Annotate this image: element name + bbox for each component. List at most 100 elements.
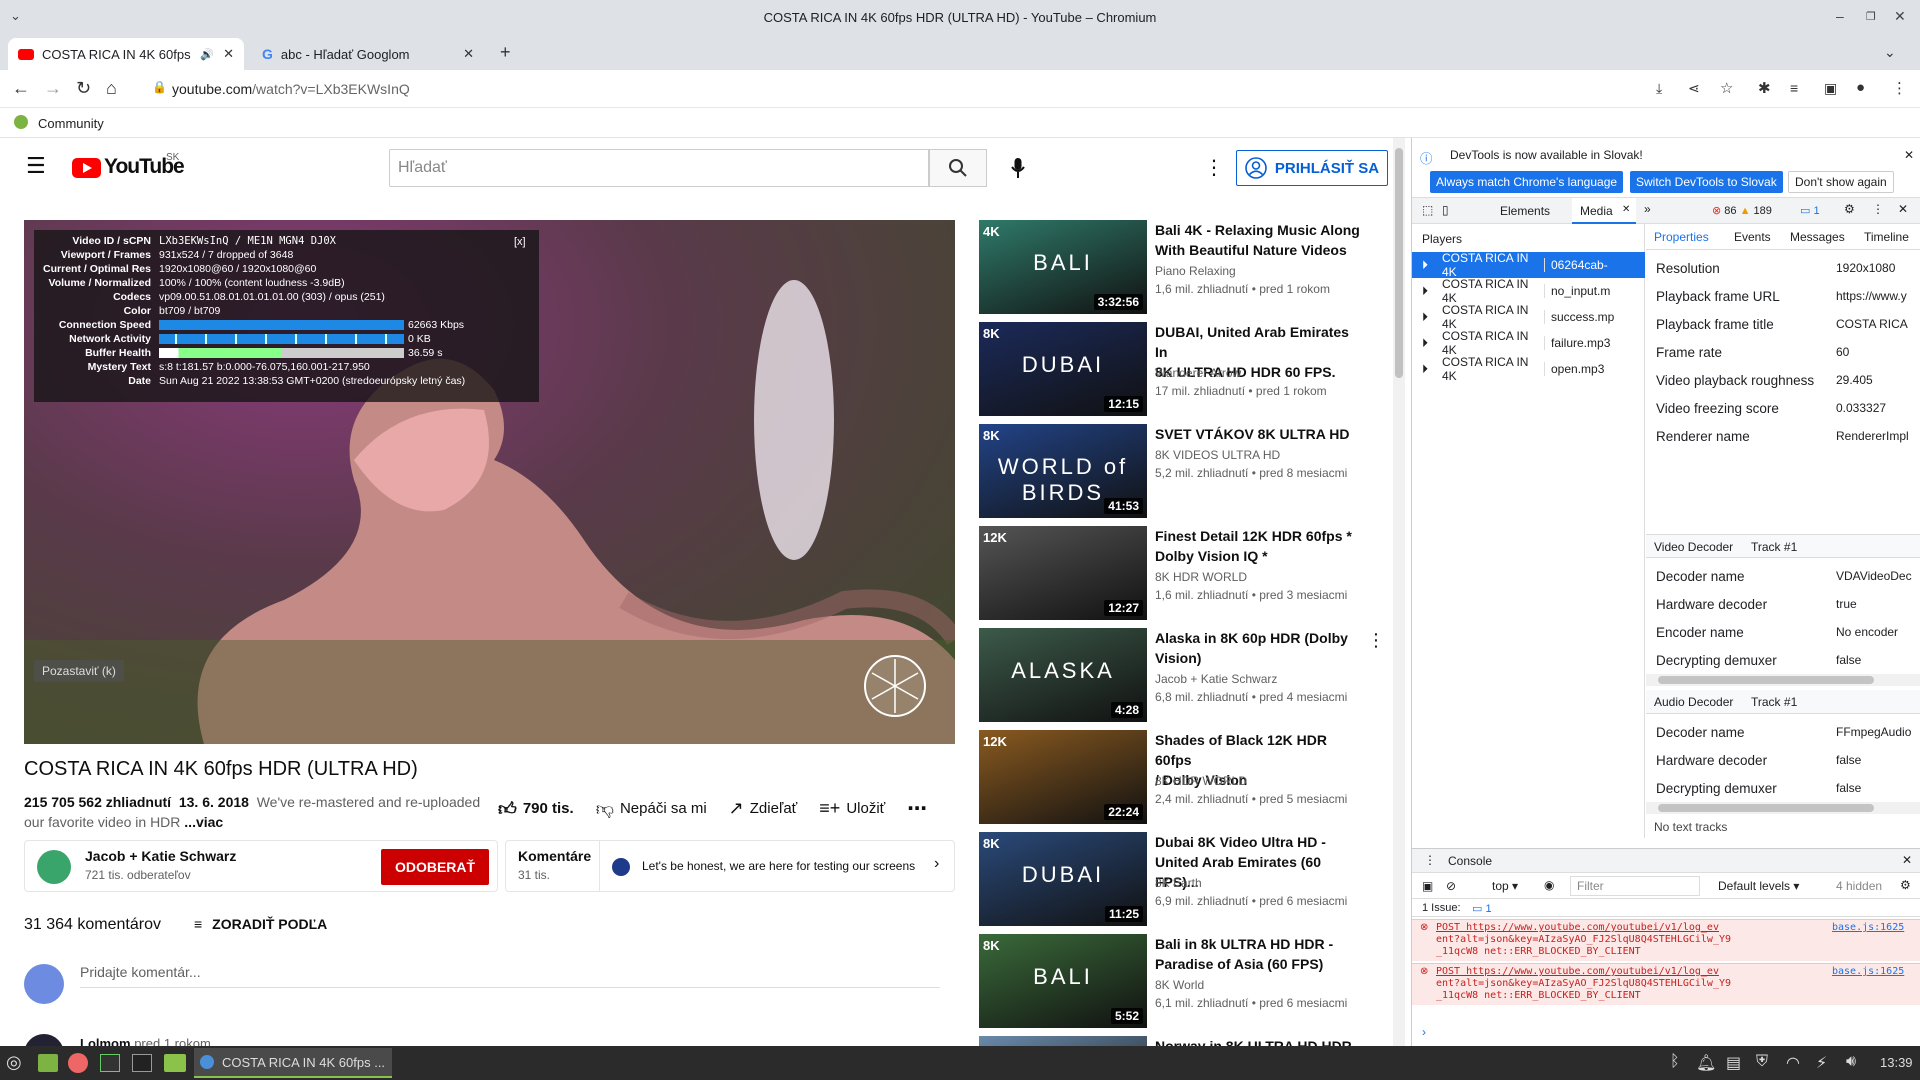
video-thumbnail[interactable]: 12K 12:27 bbox=[979, 526, 1147, 620]
device-toggle-icon[interactable]: ▯ bbox=[1442, 203, 1449, 217]
horizontal-scrollbar[interactable] bbox=[1646, 674, 1920, 686]
subtab-events[interactable]: Events bbox=[1734, 230, 1771, 244]
bookmark-star-icon[interactable]: ☆ bbox=[1720, 79, 1733, 97]
video-thumbnail[interactable]: BALI 8K 5:52 bbox=[979, 934, 1147, 1028]
player-entry[interactable]: ⏵ COSTA RICA IN 4K failure.mp3 bbox=[1412, 329, 1645, 357]
error-counter[interactable]: ⊗ 86 ▲ 189 bbox=[1712, 204, 1772, 217]
recommendation-item[interactable]: ALASKA 4:28 Alaska in 8K 60p HDR (Dolby Vis… bbox=[979, 628, 1399, 724]
console-title[interactable]: Console bbox=[1448, 854, 1492, 868]
subtab-properties[interactable]: Properties bbox=[1654, 230, 1709, 244]
scrollbar-thumb[interactable] bbox=[1395, 148, 1403, 378]
profile-icon[interactable]: ● bbox=[1856, 79, 1865, 96]
stats-close-button[interactable]: [x] bbox=[514, 236, 526, 248]
volume-icon[interactable]: 🔊︎ bbox=[1846, 1053, 1856, 1071]
close-tab-icon[interactable]: ✕ bbox=[223, 46, 234, 62]
power-icon[interactable]: ⚡︎ bbox=[1816, 1053, 1827, 1073]
clear-console-icon[interactable]: ⊘ bbox=[1446, 879, 1456, 893]
close-devtools-icon[interactable]: ✕ bbox=[1898, 202, 1908, 216]
clipboard-icon[interactable]: ▤ bbox=[1726, 1053, 1741, 1073]
error-source-link[interactable]: base.js:1625 bbox=[1832, 922, 1904, 934]
subscribe-button[interactable]: ODOBERAŤ bbox=[381, 849, 489, 885]
tab-google[interactable]: G abc - Hľadať Googlom ✕ bbox=[252, 38, 484, 70]
recommendation-menu-icon[interactable]: ⋮ bbox=[1367, 630, 1385, 651]
wifi-icon[interactable]: ◠ bbox=[1786, 1053, 1800, 1073]
recommendation-item[interactable]: BALI 4K 3:32:56 Bali 4K - Relaxing Music Al… bbox=[979, 220, 1399, 316]
recommendation-item[interactable]: 12K 22:24 Shades of Black 12K HDR 60fps / D… bbox=[979, 730, 1399, 826]
recommendation-title[interactable]: Alaska in 8K 60p HDR (Dolby Vision) bbox=[1155, 628, 1365, 668]
youtube-logo-icon[interactable] bbox=[72, 158, 101, 178]
recommendation-item[interactable]: Norway in 8K ULTRA HD HDR - bbox=[979, 1036, 1399, 1046]
system-monitor-icon[interactable] bbox=[100, 1054, 120, 1072]
share-icon[interactable]: ⋖ bbox=[1688, 80, 1700, 97]
issues-bar[interactable]: 1 Issue: ▭ 1 bbox=[1412, 899, 1920, 917]
comment-author[interactable]: Lolmom pred 1 rokom bbox=[80, 1036, 211, 1046]
tab-audio-track[interactable]: Track #1 bbox=[1751, 695, 1797, 709]
sort-button[interactable]: ≡ ZORADIŤ PODĽA bbox=[194, 916, 327, 932]
side-panel-icon[interactable]: ▣ bbox=[1824, 80, 1837, 97]
more-tabs-icon[interactable]: » bbox=[1644, 202, 1651, 216]
switch-language-button[interactable]: Switch DevTools to Slovak bbox=[1630, 171, 1783, 193]
files-icon[interactable] bbox=[164, 1054, 186, 1072]
channel-avatar[interactable] bbox=[37, 850, 71, 884]
search-button[interactable] bbox=[929, 149, 987, 187]
issues-counter[interactable]: ▭ 1 bbox=[1800, 204, 1820, 217]
recommendation-title[interactable]: Bali 4K - Relaxing Music Along With Beaut… bbox=[1155, 220, 1365, 260]
recommendation-channel[interactable]: 8K HDR WORLD bbox=[1155, 774, 1247, 788]
horizontal-scrollbar[interactable] bbox=[1646, 802, 1920, 814]
recommendation-item[interactable]: 12K 12:27 Finest Detail 12K HDR 60fps * Dol… bbox=[979, 526, 1399, 622]
reload-icon[interactable]: ↻ bbox=[76, 78, 91, 99]
speaker-icon[interactable]: 🔊 bbox=[200, 48, 214, 61]
signin-button[interactable]: PRIHLÁSIŤ SA bbox=[1236, 150, 1388, 186]
recommendation-title[interactable]: Norway in 8K ULTRA HD HDR - bbox=[1155, 1036, 1365, 1046]
match-language-button[interactable]: Always match Chrome's language bbox=[1430, 171, 1624, 193]
player-entry[interactable]: ⏵ COSTA RICA IN 4K success.mp bbox=[1412, 303, 1645, 331]
bluetooth-icon[interactable]: ᛒ bbox=[1670, 1053, 1680, 1071]
devtools-menu-icon[interactable]: ⋮ bbox=[1872, 202, 1884, 216]
error-source-link[interactable]: base.js:1625 bbox=[1832, 966, 1904, 978]
hamburger-menu-icon[interactable]: ☰ bbox=[26, 155, 46, 177]
page-scrollbar[interactable] bbox=[1393, 138, 1405, 1046]
notifications-icon[interactable]: 🔔︎ bbox=[1696, 1053, 1716, 1073]
dont-show-button[interactable]: Don't show again bbox=[1788, 171, 1894, 193]
shield-icon[interactable]: ⛨ bbox=[1756, 1053, 1768, 1071]
save-button[interactable]: ≡+ Uložiť bbox=[819, 798, 885, 819]
show-desktop-icon[interactable] bbox=[38, 1054, 58, 1072]
eye-icon[interactable]: ◉ bbox=[1544, 878, 1554, 892]
tab-video-decoder[interactable]: Video Decoder bbox=[1654, 540, 1733, 554]
comment-input[interactable]: Pridajte komentár... bbox=[80, 964, 940, 988]
like-button[interactable]: 👍︎ 790 tis. bbox=[498, 798, 574, 820]
maximize-button[interactable]: ❐ bbox=[1866, 10, 1876, 23]
console-settings-icon[interactable]: ⚙ bbox=[1900, 878, 1911, 892]
player-entry[interactable]: ⏵ COSTA RICA IN 4K no_input.m bbox=[1412, 277, 1645, 305]
console-filter-input[interactable]: Filter bbox=[1570, 876, 1700, 896]
home-icon[interactable]: ⌂ bbox=[106, 78, 117, 99]
recommendation-channel[interactable]: 8K HDR WORLD bbox=[1155, 570, 1247, 584]
start-menu-icon[interactable]: ◎ bbox=[6, 1052, 22, 1073]
recommendation-title[interactable]: Finest Detail 12K HDR 60fps * Dolby Visio… bbox=[1155, 526, 1365, 566]
voice-search-button[interactable] bbox=[1006, 156, 1030, 180]
video-thumbnail[interactable]: DUBAI 8K 11:25 bbox=[979, 832, 1147, 926]
inspect-icon[interactable]: ⬚ bbox=[1422, 203, 1433, 217]
recommendation-channel[interactable]: 8K VIDEOS ULTRA HD bbox=[1155, 448, 1280, 462]
close-drawer-icon[interactable]: ✕ bbox=[1902, 853, 1912, 867]
context-select[interactable]: top ▾ bbox=[1492, 879, 1518, 893]
recommendation-item[interactable]: WORLD of BIRDS 8K 41:53 SVET VTÁKOV 8K ULTR… bbox=[979, 424, 1399, 520]
new-tab-button[interactable]: + bbox=[500, 42, 511, 63]
more-actions-icon[interactable]: ⋯ bbox=[907, 796, 927, 821]
tab-search-icon[interactable]: ⌄ bbox=[1884, 44, 1896, 61]
recommendation-item[interactable]: DUBAI 8K 11:25 Dubai 8K Video Ultra HD - Uni… bbox=[979, 832, 1399, 928]
tab-media[interactable]: Media ✕ bbox=[1572, 198, 1636, 224]
recommendation-item[interactable]: DUBAI 8K 12:15 DUBAI, United Arab Emirates … bbox=[979, 322, 1399, 418]
search-input[interactable]: Hľadať bbox=[389, 149, 929, 187]
channel-watermark-icon[interactable] bbox=[862, 653, 928, 719]
address-bar[interactable]: 🔒 youtube.com/watch?v=LXb3EKWsInQ bbox=[140, 74, 1630, 104]
install-icon[interactable]: ⤓ bbox=[1656, 80, 1662, 97]
close-window-button[interactable]: ✕ bbox=[1894, 8, 1906, 25]
extensions-icon[interactable]: ✱ bbox=[1758, 79, 1771, 97]
recommendation-channel[interactable]: 8K Earth bbox=[1155, 876, 1202, 890]
video-thumbnail[interactable]: BALI 4K 3:32:56 bbox=[979, 220, 1147, 314]
tab-youtube[interactable]: COSTA RICA IN 4K 60fps H 🔊 ✕ bbox=[8, 38, 244, 70]
banner-close-icon[interactable]: ✕ bbox=[1904, 148, 1914, 162]
back-icon[interactable]: ← bbox=[12, 78, 30, 99]
video-thumbnail[interactable]: 12K 22:24 bbox=[979, 730, 1147, 824]
